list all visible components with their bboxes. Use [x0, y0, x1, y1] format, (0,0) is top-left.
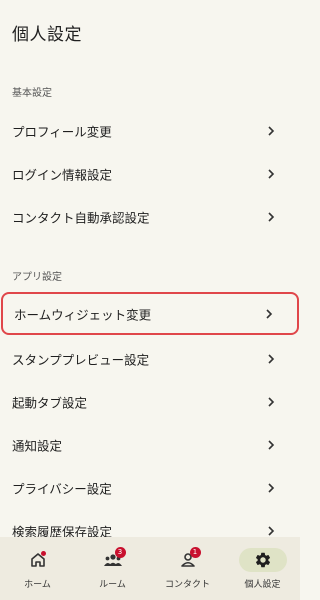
nav-icon-container: 1 — [164, 547, 212, 572]
chevron-right-icon — [268, 168, 275, 179]
settings-row-privacy[interactable]: プライバシー設定 — [0, 466, 300, 509]
nav-label: コンタクト — [164, 580, 210, 590]
unread-badge: 1 — [189, 547, 201, 558]
nav-icon-container: 3 — [89, 547, 137, 572]
nav-label: 個人設定 — [244, 580, 281, 590]
bottom-navigation: ホーム 3 ルーム 1 コンタクト 個人設定 — [0, 537, 300, 600]
settings-row-login[interactable]: ログイン情報設定 — [0, 152, 300, 195]
nav-tab-home[interactable]: ホーム — [0, 537, 75, 600]
chevron-right-icon — [268, 439, 275, 450]
nav-tab-personal-settings[interactable]: 個人設定 — [225, 537, 300, 600]
chevron-right-icon — [268, 525, 275, 536]
chevron-right-icon — [266, 308, 273, 319]
settings-row-startup-tab[interactable]: 起動タブ設定 — [0, 380, 300, 423]
settings-row-label: コンタクト自動承認設定 — [12, 210, 150, 225]
settings-row-contact-auto-approve[interactable]: コンタクト自動承認設定 — [0, 195, 300, 238]
chevron-right-icon — [268, 211, 275, 222]
settings-row-label: プライバシー設定 — [12, 481, 112, 496]
settings-row-stamp-preview[interactable]: スタンププレビュー設定 — [0, 337, 300, 380]
section-header-app: アプリ設定 — [12, 272, 62, 283]
nav-tab-contact[interactable]: 1 コンタクト — [150, 537, 225, 600]
settings-row-notifications[interactable]: 通知設定 — [0, 423, 300, 466]
nav-icon-container — [238, 548, 287, 572]
settings-row-label: ログイン情報設定 — [12, 167, 113, 182]
nav-tab-room[interactable]: 3 ルーム — [75, 537, 150, 600]
nav-icon-container — [14, 548, 62, 572]
chevron-right-icon — [268, 353, 275, 364]
settings-row-label: 通知設定 — [12, 438, 63, 453]
settings-row-home-widget[interactable]: ホームウィジェット変更 — [1, 292, 299, 335]
chevron-right-icon — [268, 125, 275, 136]
settings-row-profile[interactable]: プロフィール変更 — [0, 109, 300, 152]
nav-label: ホーム — [24, 580, 51, 590]
gear-icon — [255, 552, 270, 568]
settings-row-label: ホームウィジェット変更 — [14, 307, 152, 322]
settings-row-label: スタンププレビュー設定 — [12, 352, 150, 367]
unread-badge: 3 — [114, 547, 126, 558]
chevron-right-icon — [268, 482, 275, 493]
app-header: 個人設定 — [0, 0, 300, 62]
notification-dot — [40, 551, 46, 556]
settings-row-label: プロフィール変更 — [12, 124, 112, 139]
section-header-basic: 基本設定 — [12, 88, 52, 99]
nav-label: ルーム — [99, 580, 126, 590]
chevron-right-icon — [268, 396, 275, 407]
page-title: 個人設定 — [12, 25, 82, 45]
settings-row-label: 起動タブ設定 — [12, 395, 88, 410]
